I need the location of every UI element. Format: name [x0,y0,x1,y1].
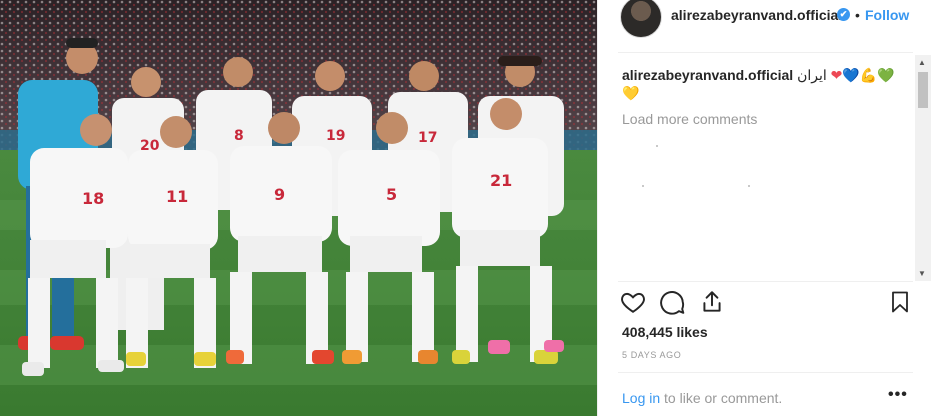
svg-text:11: 11 [166,187,188,206]
comments-scrollbar[interactable]: ▲ ▼ [915,55,931,281]
scrollbar-thumb[interactable] [918,72,928,108]
login-prompt-text: to like or comment. [660,390,783,406]
more-options-icon[interactable]: ••• [888,386,908,404]
yellow-heart-icon: 💛 [622,85,640,101]
post-caption: alirezabeyranvand.official ایران ❤💙💪💚 💛 [622,66,902,102]
comment-placeholder-speck [748,185,750,187]
header-username[interactable]: alirezabeyranvand.official [671,7,842,23]
post-header: alirezabeyranvand.official ✔ • Follow [598,0,932,50]
svg-text:5: 5 [386,185,397,204]
scroll-up-arrow-icon[interactable]: ▲ [918,58,926,67]
comment-icon[interactable] [660,289,686,315]
avatar[interactable] [620,0,662,38]
login-prompt: Log in to like or comment. [622,390,782,406]
heart-icon[interactable] [620,289,646,315]
caption-username[interactable]: alirezabeyranvand.official [622,67,793,83]
actions-divider [618,281,913,282]
green-heart-icon: 💚 [877,67,895,83]
footer-divider [618,372,913,373]
svg-text:8: 8 [234,128,244,144]
post-side-panel: alirezabeyranvand.official ✔ • Follow al… [597,0,932,416]
svg-text:9: 9 [274,185,285,204]
svg-text:18: 18 [82,189,104,208]
comment-placeholder-speck [642,185,644,187]
likes-count[interactable]: 408,445 likes [622,324,708,340]
svg-text:19: 19 [326,128,345,144]
flexed-biceps-icon: 💪 [859,67,878,83]
team-photo-illustration: 20 8 19 17 18 11 9 5 21 [0,0,597,416]
blue-heart-icon: 💙 [842,67,860,83]
follow-button[interactable]: Follow [865,7,909,23]
svg-text:21: 21 [490,171,512,190]
header-separator: • [855,7,860,23]
load-more-comments-button[interactable]: Load more comments [622,111,757,127]
comment-placeholder-speck [656,145,658,147]
header-divider [618,52,913,53]
verified-badge-icon: ✔ [837,8,850,21]
login-link[interactable]: Log in [622,390,660,406]
post-actions-bar [620,289,915,319]
svg-text:17: 17 [418,130,437,146]
post-date[interactable]: 5 DAYS AGO [622,350,681,360]
comments-area: alirezabeyranvand.official ایران ❤💙💪💚 💛 … [598,55,932,281]
caption-text: ایران [797,67,827,83]
scroll-down-arrow-icon[interactable]: ▼ [918,269,926,278]
red-heart-icon: ❤ [830,67,843,83]
share-icon[interactable] [699,289,725,315]
bookmark-icon[interactable] [888,289,912,315]
post-photo[interactable]: 20 8 19 17 18 11 9 5 21 [0,0,597,416]
